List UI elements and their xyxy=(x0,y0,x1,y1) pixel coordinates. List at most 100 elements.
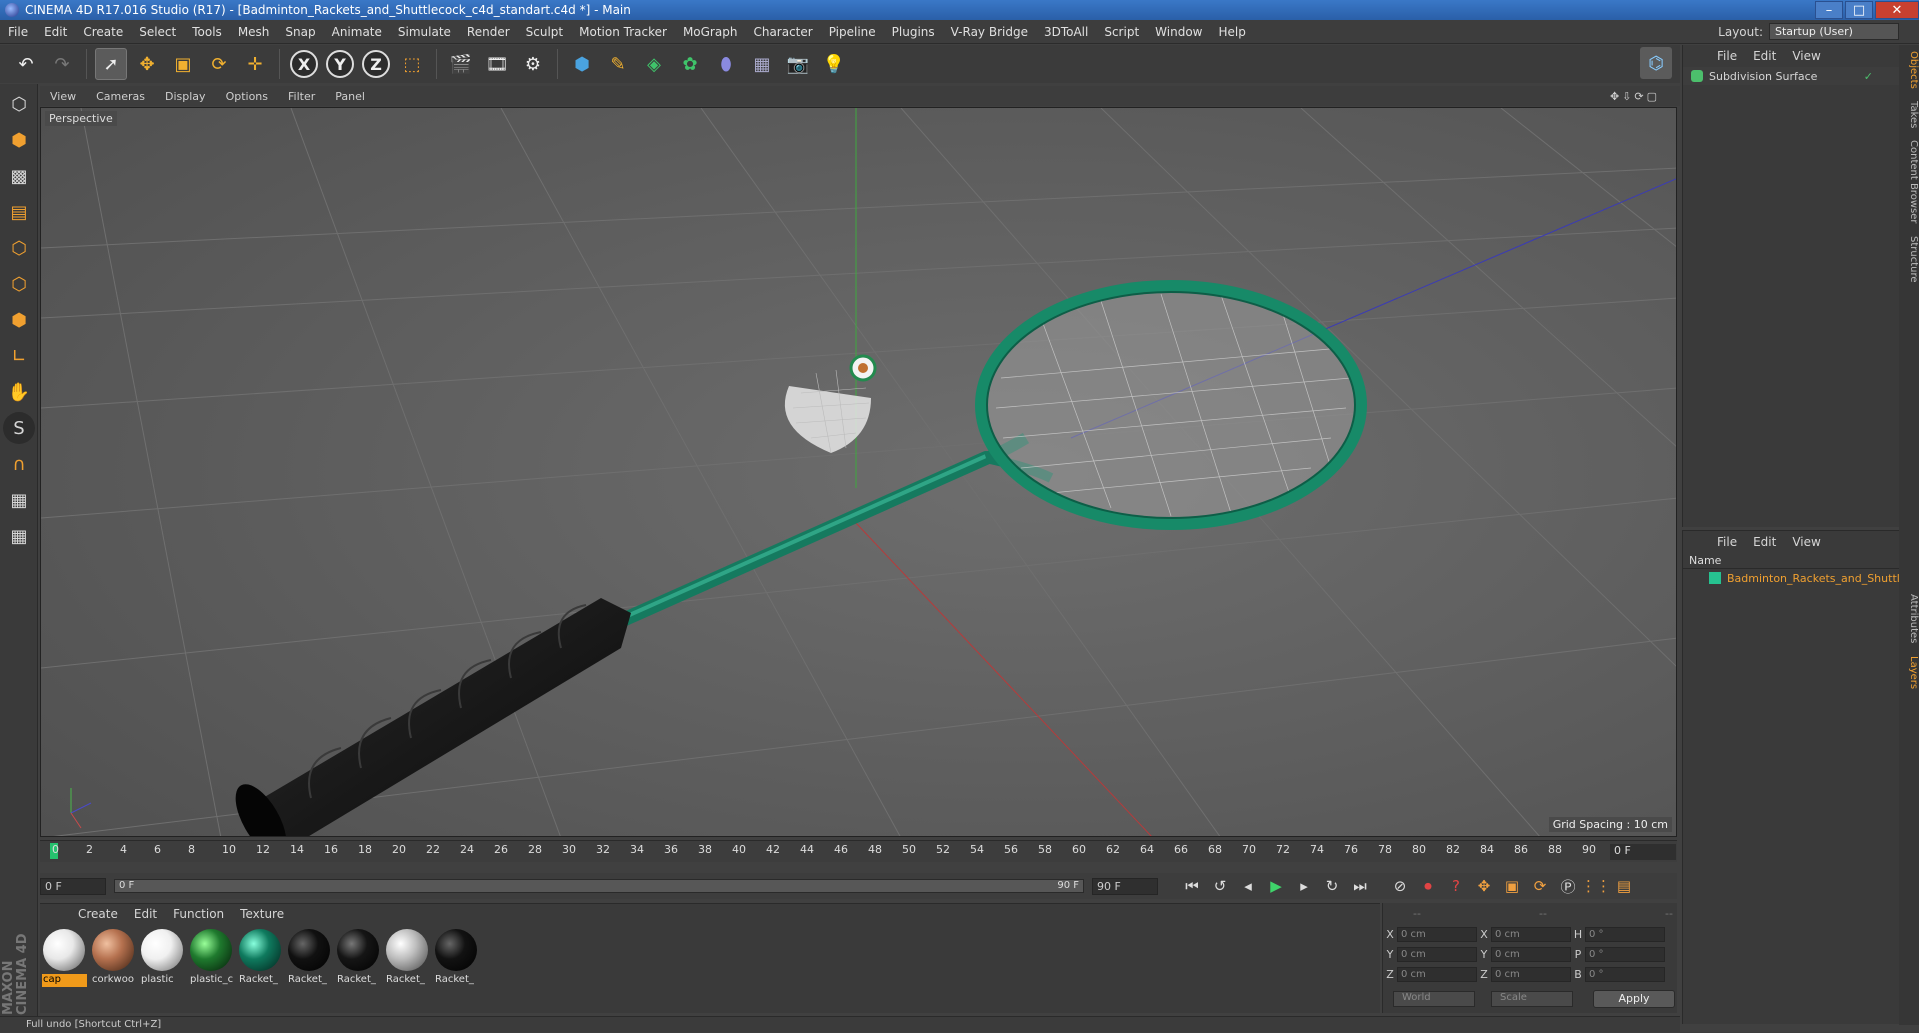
menu-character[interactable]: Character xyxy=(745,25,820,39)
texture-mode-icon[interactable]: ▩ xyxy=(3,160,35,192)
select-icon[interactable]: ➚ xyxy=(95,48,127,80)
polygons-mode-icon[interactable]: ⬢ xyxy=(3,304,35,336)
apply-button[interactable]: Apply xyxy=(1593,990,1675,1008)
viewport-menu-panel[interactable]: Panel xyxy=(325,90,375,103)
grid-snap-icon[interactable]: ▦ xyxy=(3,520,35,552)
tweak-icon[interactable]: ✋ xyxy=(3,376,35,408)
object-menu-view[interactable]: View xyxy=(1784,49,1828,63)
viewport-menu-display[interactable]: Display xyxy=(155,90,216,103)
size-z-field[interactable]: 0 cm xyxy=(1491,967,1571,982)
material-menu-edit[interactable]: Edit xyxy=(126,907,165,921)
viewport-navigation-icons[interactable]: ✥⇩⟳▢ xyxy=(1600,90,1670,103)
menu-animate[interactable]: Animate xyxy=(324,25,390,39)
material-menu-function[interactable]: Function xyxy=(165,907,232,921)
next-key-icon[interactable]: ↻ xyxy=(1320,874,1344,898)
material-swatch[interactable]: corkwoo xyxy=(91,928,136,988)
menu-pipeline[interactable]: Pipeline xyxy=(821,25,884,39)
rotation-p-field[interactable]: 0 ° xyxy=(1585,947,1665,962)
key-scale-icon[interactable]: ▣ xyxy=(1500,874,1524,898)
viewport-menu-cameras[interactable]: Cameras xyxy=(86,90,155,103)
floor-icon[interactable]: ▦ xyxy=(746,48,778,80)
points-mode-icon[interactable]: ⬡ xyxy=(3,232,35,264)
visibility-check-icon[interactable]: ✓ xyxy=(1864,70,1873,83)
material-swatch[interactable]: Racket_ xyxy=(336,928,381,988)
autokey-icon[interactable]: ? xyxy=(1444,874,1468,898)
timeline-window-icon[interactable]: ▤ xyxy=(1612,874,1636,898)
viewport-menu-view[interactable]: View xyxy=(40,90,86,103)
material-menu-texture[interactable]: Texture xyxy=(232,907,292,921)
keyframe-selection-icon[interactable]: ⊘ xyxy=(1388,874,1412,898)
menu-window[interactable]: Window xyxy=(1147,25,1210,39)
tab-attributes[interactable]: Attributes xyxy=(1899,588,1919,649)
position-y-field[interactable]: 0 cm xyxy=(1397,947,1477,962)
coordinate-system-dropdown[interactable]: World xyxy=(1393,991,1475,1007)
minimize-button[interactable]: – xyxy=(1815,1,1843,19)
menu-select[interactable]: Select xyxy=(131,25,184,39)
go-to-end-icon[interactable]: ⏭ xyxy=(1348,874,1372,898)
tab-structure[interactable]: Structure xyxy=(1899,230,1919,289)
material-swatch[interactable]: plastic xyxy=(140,928,185,988)
menu-tools[interactable]: Tools xyxy=(184,25,230,39)
make-editable-icon[interactable]: ⬡ xyxy=(3,88,35,120)
light-icon[interactable]: 💡 xyxy=(818,48,850,80)
magnet-icon[interactable]: ∩ xyxy=(3,448,35,480)
next-frame-icon[interactable]: ▸ xyxy=(1292,874,1316,898)
position-z-field[interactable]: 0 cm xyxy=(1397,967,1477,982)
menu-mograph[interactable]: MoGraph xyxy=(675,25,746,39)
coordinate-icon[interactable]: ⬚ xyxy=(396,48,428,80)
viewport-menu-options[interactable]: Options xyxy=(216,90,278,103)
menu-simulate[interactable]: Simulate xyxy=(390,25,459,39)
material-swatch[interactable]: plastic_c xyxy=(189,928,234,988)
menu-plugins[interactable]: Plugins xyxy=(884,25,943,39)
menu-edit[interactable]: Edit xyxy=(36,25,75,39)
material-swatch[interactable]: Racket_ xyxy=(385,928,430,988)
axis-x-button[interactable]: X xyxy=(288,48,320,80)
axis-mode-icon[interactable]: ∟ xyxy=(3,340,35,372)
key-parameter-icon[interactable]: Ⓟ xyxy=(1556,874,1580,898)
workplane-icon[interactable]: ▤ xyxy=(3,196,35,228)
axis-y-button[interactable]: Y xyxy=(324,48,356,80)
pen-icon[interactable]: ✎ xyxy=(602,48,634,80)
material-swatch[interactable]: cap xyxy=(42,928,87,988)
viewport-menu-filter[interactable]: Filter xyxy=(278,90,325,103)
menu-script[interactable]: Script xyxy=(1096,25,1147,39)
menu-sculpt[interactable]: Sculpt xyxy=(518,25,571,39)
rotation-b-field[interactable]: 0 ° xyxy=(1585,967,1665,982)
mograph-cloner-icon[interactable]: ✿ xyxy=(674,48,706,80)
start-frame-field[interactable]: 0 F xyxy=(40,877,106,895)
edit-render-settings-icon[interactable]: ⚙ xyxy=(517,48,549,80)
python-icon[interactable]: ⌬ xyxy=(1640,47,1672,79)
rotation-h-field[interactable]: 0 ° xyxy=(1585,927,1665,942)
cube-icon[interactable]: ⬢ xyxy=(566,48,598,80)
undo-icon[interactable]: ↶ xyxy=(10,48,42,80)
scale-icon[interactable]: ▣ xyxy=(167,48,199,80)
redo-icon[interactable]: ↷ xyxy=(46,48,78,80)
record-icon[interactable]: ⏺ xyxy=(1416,874,1440,898)
frame-range-slider[interactable]: 0 F 90 F xyxy=(114,879,1084,893)
layer-menu-edit[interactable]: Edit xyxy=(1745,535,1784,549)
key-pla-icon[interactable]: ⋮⋮ xyxy=(1581,874,1611,898)
render-picture-viewer-icon[interactable]: 🎞 xyxy=(481,48,513,80)
menu-file[interactable]: File xyxy=(0,25,36,39)
previous-key-icon[interactable]: ↺ xyxy=(1208,874,1232,898)
menu-render[interactable]: Render xyxy=(459,25,518,39)
menu-snap[interactable]: Snap xyxy=(277,25,323,39)
play-icon[interactable]: ▶ xyxy=(1264,874,1288,898)
render-view-icon[interactable]: 🎬 xyxy=(445,48,477,80)
maximize-button[interactable]: □ xyxy=(1845,1,1873,19)
current-frame-field[interactable]: 0 F xyxy=(1610,844,1676,860)
move-icon[interactable]: ✥ xyxy=(131,48,163,80)
camera-icon[interactable]: 📷 xyxy=(782,48,814,80)
object-menu-edit[interactable]: Edit xyxy=(1745,49,1784,63)
snap-icon[interactable]: S xyxy=(3,412,35,444)
subdivision-icon[interactable]: ◈ xyxy=(638,48,670,80)
material-swatch[interactable]: Racket_ xyxy=(287,928,332,988)
live-select-icon[interactable]: ✛ xyxy=(239,48,271,80)
deformer-icon[interactable]: ⬮ xyxy=(710,48,742,80)
end-frame-field[interactable]: 90 F xyxy=(1092,877,1158,895)
size-x-field[interactable]: 0 cm xyxy=(1491,927,1571,942)
menu-3dtoall[interactable]: 3DToAll xyxy=(1036,25,1096,39)
workplane-lock-icon[interactable]: ▦ xyxy=(3,484,35,516)
timeline-ruler[interactable]: 0 2 4 6 8 10 12 14 16 18 20 22 24 26 28 … xyxy=(40,840,1677,862)
menu-motion-tracker[interactable]: Motion Tracker xyxy=(571,25,675,39)
